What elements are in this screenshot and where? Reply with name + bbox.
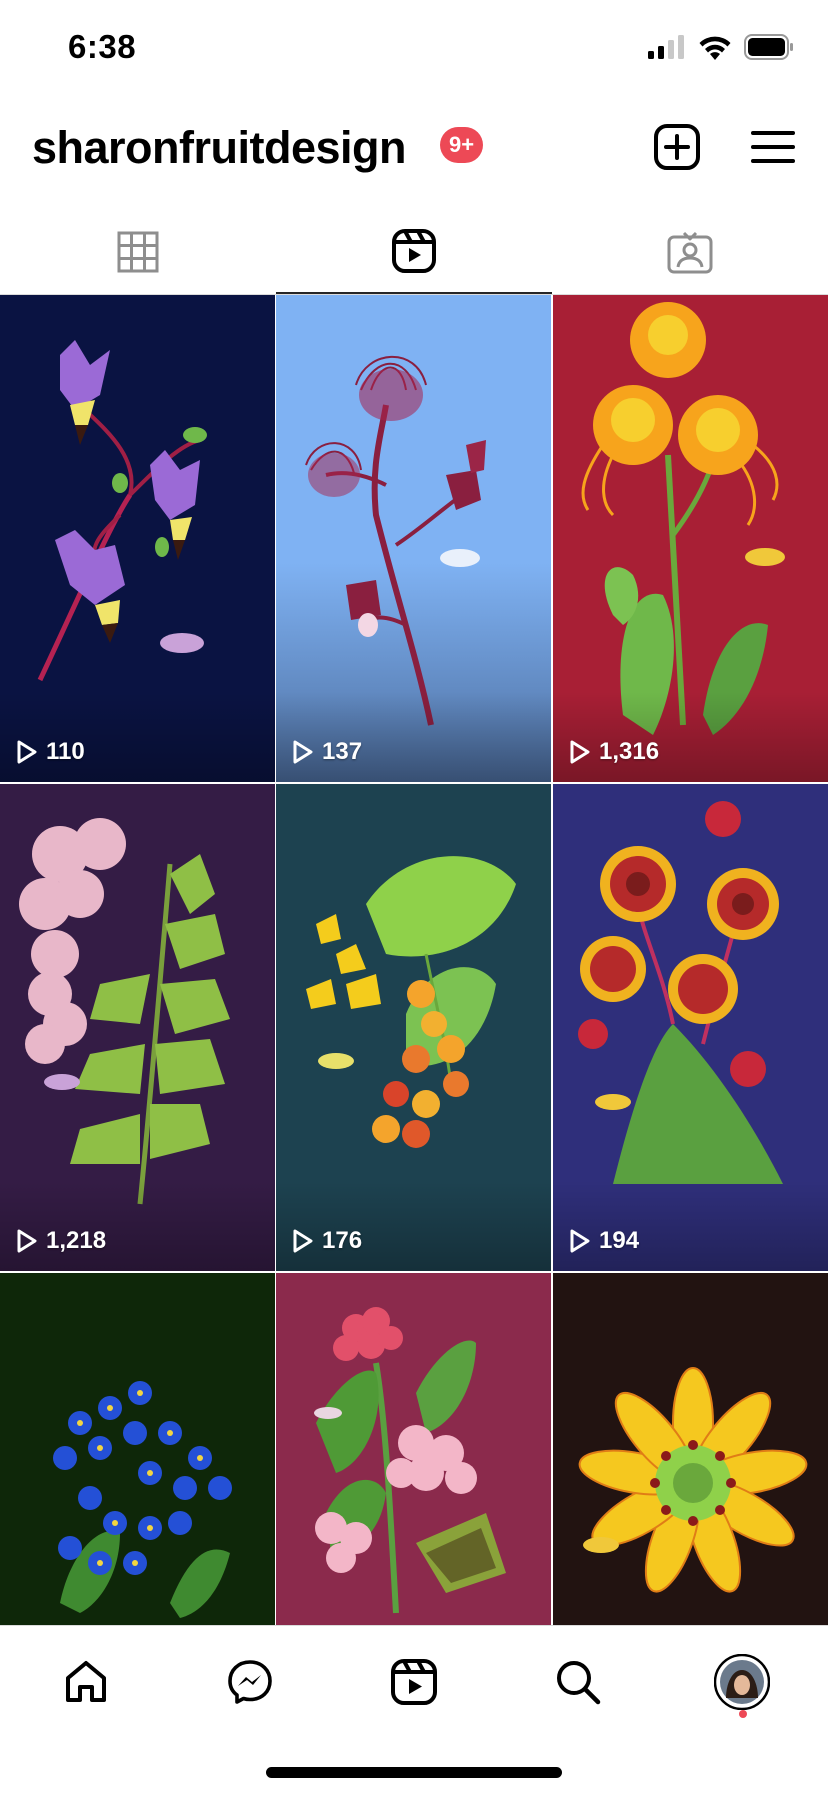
grid-icon [117, 231, 159, 273]
reel-thumbnail[interactable] [553, 1273, 828, 1625]
tagged-icon [667, 231, 713, 274]
notification-badge[interactable]: 9+ [440, 127, 484, 163]
status-time: 6:38 [68, 28, 137, 65]
home-indicator [266, 1767, 562, 1778]
view-count-text: 110 [46, 738, 85, 765]
play-icon [293, 740, 313, 764]
profile-tabs [0, 210, 828, 295]
hamburger-menu-icon [751, 131, 795, 163]
nav-search-button[interactable] [548, 1652, 608, 1712]
reels-icon [391, 1659, 437, 1705]
nav-profile-button[interactable] [712, 1652, 772, 1712]
nav-messenger-button[interactable] [220, 1652, 280, 1712]
play-icon [17, 740, 37, 764]
messenger-icon [228, 1660, 272, 1704]
view-count: 1,316 [569, 738, 659, 766]
profile-username[interactable]: sharonfruitdesign [32, 122, 407, 174]
play-icon [293, 1229, 313, 1253]
cellular-signal-icon [648, 35, 684, 59]
play-icon [570, 740, 590, 764]
reel-thumbnail[interactable]: 176 [276, 784, 551, 1271]
nav-reels-button[interactable] [384, 1652, 444, 1712]
view-count: 137 [292, 738, 362, 766]
reel-thumbnail[interactable] [0, 1273, 275, 1625]
profile-header: sharonfruitdesign 9+ [0, 100, 828, 192]
view-count: 176 [292, 1227, 362, 1255]
view-count-text: 137 [322, 738, 363, 765]
view-count-text: 176 [322, 1227, 363, 1254]
play-icon [17, 1229, 37, 1253]
status-bar: 6:38 [0, 0, 828, 100]
reel-thumbnail[interactable] [276, 1273, 551, 1625]
profile-activity-dot [739, 1710, 747, 1718]
reels-grid: 110 137 1,316 1,218 176 194 [0, 295, 828, 1625]
reel-thumbnail[interactable]: 110 [0, 295, 275, 782]
view-count: 110 [16, 738, 85, 766]
create-post-button[interactable] [652, 122, 702, 172]
view-count-text: 1,316 [599, 738, 660, 765]
forget-me-not-illustration [0, 1273, 275, 1625]
reel-thumbnail[interactable]: 1,316 [553, 295, 828, 782]
view-count: 1,218 [16, 1227, 106, 1255]
view-count-text: 1,218 [46, 1227, 107, 1254]
menu-button[interactable] [748, 122, 798, 172]
play-icon [570, 1229, 590, 1253]
nav-home-button[interactable] [56, 1652, 116, 1712]
battery-icon [744, 34, 793, 60]
tab-reels[interactable] [276, 210, 552, 294]
view-count-text: 194 [599, 1227, 640, 1254]
view-count: 194 [569, 1227, 639, 1255]
tab-tagged[interactable] [552, 210, 828, 294]
reels-icon [392, 229, 436, 273]
search-icon [557, 1661, 601, 1705]
milkweed-butterfly-illustration [276, 1273, 551, 1625]
reel-thumbnail[interactable]: 1,218 [0, 784, 275, 1271]
home-icon [66, 1661, 106, 1702]
yellow-daisy-illustration [553, 1273, 828, 1625]
reel-thumbnail[interactable]: 194 [553, 784, 828, 1271]
reel-thumbnail[interactable]: 137 [276, 295, 551, 782]
profile-avatar [714, 1654, 770, 1710]
plus-square-icon [654, 124, 700, 170]
wifi-icon [699, 36, 731, 60]
tab-posts-grid[interactable] [0, 210, 276, 294]
